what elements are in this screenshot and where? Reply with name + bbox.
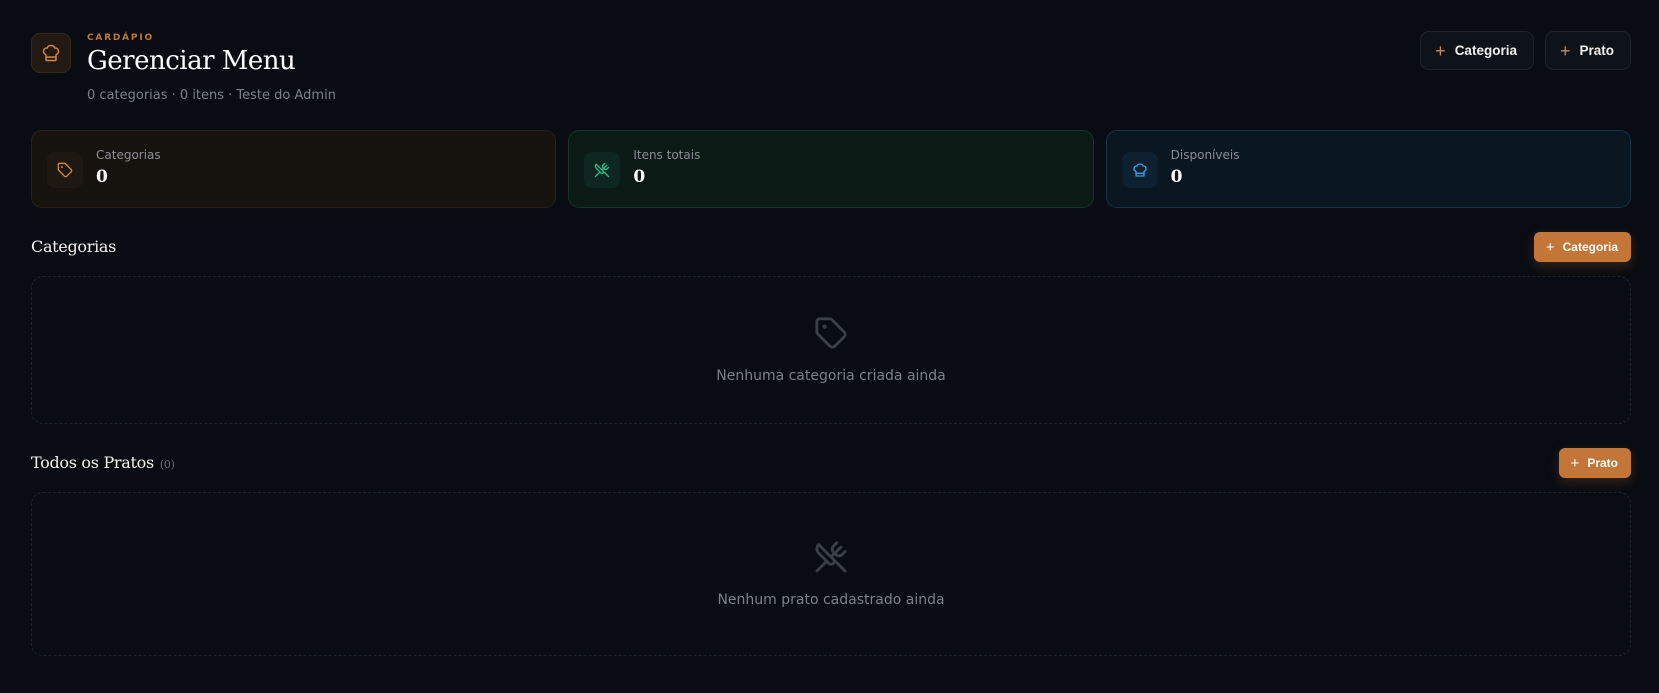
dishes-section-title-text: Todos os Pratos <box>31 453 154 472</box>
header-actions: + Categoria + Prato <box>1420 31 1631 70</box>
utensils-crossed-icon <box>584 152 621 188</box>
add-category-label: Categoria <box>1454 43 1517 58</box>
chef-hat-icon <box>1121 152 1158 188</box>
add-dish-primary-label: Prato <box>1587 456 1618 470</box>
stat-card-categories: Categorias 0 <box>31 130 557 208</box>
categories-section-header: Categorias + Categoria <box>31 232 1631 264</box>
add-category-button[interactable]: + Categoria <box>1420 31 1534 70</box>
stat-card-available: Disponíveis 0 <box>1105 130 1631 208</box>
dishes-section-header: Todos os Pratos (0) + Prato <box>31 448 1631 480</box>
stat-card-total-items: Itens totais 0 <box>568 130 1094 208</box>
stat-value: 0 <box>633 167 646 187</box>
add-category-primary-label: Categoria <box>1562 240 1618 254</box>
categories-empty-text: Nenhuma categoria criada ainda <box>716 368 946 384</box>
dishes-empty-state: Nenhum prato cadastrado ainda <box>31 492 1631 656</box>
menu-manager-page: CARDÁPIO Gerenciar Menu 0 categorias · 0… <box>0 0 1659 693</box>
add-category-primary-button[interactable]: + Categoria <box>1533 232 1631 262</box>
categories-section-title: Categorias <box>31 237 117 256</box>
tag-icon <box>47 152 83 188</box>
page-title: Gerenciar Menu <box>87 46 296 76</box>
add-dish-primary-button[interactable]: + Prato <box>1558 448 1631 478</box>
plus-icon: + <box>1570 454 1580 472</box>
stat-label: Itens totais <box>633 148 701 162</box>
plus-icon: + <box>1559 40 1571 61</box>
stat-label: Categorias <box>96 148 161 162</box>
page-header: CARDÁPIO Gerenciar Menu 0 categorias · 0… <box>31 30 1631 110</box>
categories-empty-state: Nenhuma categoria criada ainda <box>31 276 1631 424</box>
add-dish-button[interactable]: + Prato <box>1544 31 1631 70</box>
plus-icon: + <box>1545 238 1555 256</box>
stats-row: Categorias 0 Itens totais 0 Disponíveis … <box>31 130 1631 208</box>
plus-icon: + <box>1435 40 1446 61</box>
add-dish-label: Prato <box>1579 43 1614 58</box>
stat-value: 0 <box>1170 167 1183 187</box>
dishes-section-title: Todos os Pratos (0) <box>31 453 175 472</box>
tag-icon <box>814 316 848 354</box>
stat-label: Disponíveis <box>1170 148 1240 162</box>
page-subtitle: 0 categorias · 0 itens · Teste do Admin <box>87 88 336 103</box>
dishes-count: (0) <box>159 458 175 471</box>
chef-hat-icon <box>31 33 71 73</box>
page-eyebrow: CARDÁPIO <box>87 33 154 43</box>
dishes-empty-text: Nenhum prato cadastrado ainda <box>717 592 945 608</box>
stat-value: 0 <box>96 167 108 187</box>
utensils-crossed-icon <box>814 540 848 578</box>
